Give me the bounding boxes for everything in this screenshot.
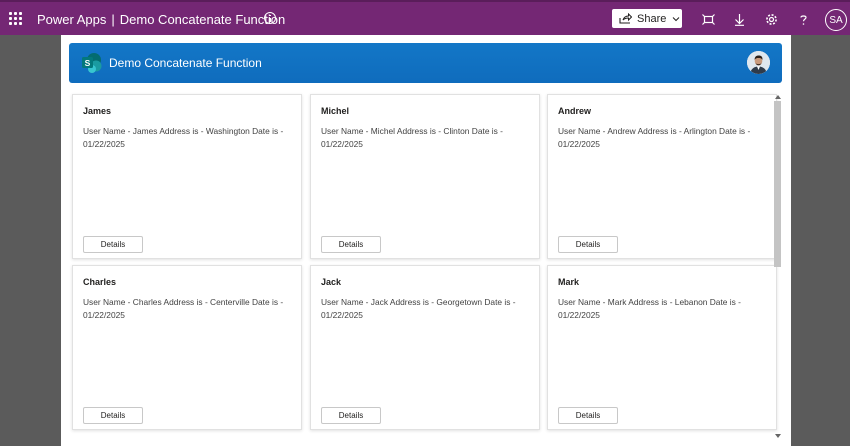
app-header: S Demo Concatenate Function — [69, 43, 782, 83]
gallery-card[interactable]: Andrew User Name - Andrew Address is - A… — [547, 94, 777, 259]
scroll-thumb[interactable] — [774, 101, 781, 267]
app-name: Power Apps — [37, 12, 107, 27]
app-header-title: Demo Concatenate Function — [109, 56, 262, 70]
download-icon[interactable] — [733, 13, 746, 26]
app-launcher-icon[interactable] — [9, 12, 22, 25]
scroll-down-arrow-icon[interactable] — [775, 434, 781, 438]
sharepoint-logo-icon: S — [82, 53, 102, 73]
card-description: User Name - Mark Address is - Lebanon Da… — [558, 297, 741, 320]
logo-letter: S — [85, 58, 91, 68]
card-title: Andrew — [558, 106, 592, 116]
gallery-card[interactable]: Charles User Name - Charles Address is -… — [72, 265, 302, 430]
card-title: Jack — [321, 277, 342, 287]
card-description: User Name - Jack Address is - Georgetown… — [321, 297, 516, 320]
user-photo-icon — [747, 51, 770, 74]
user-photo[interactable] — [747, 51, 770, 74]
gallery-card[interactable]: Jack User Name - Jack Address is - Georg… — [310, 265, 540, 430]
card-description: User Name - Andrew Address is - Arlingto… — [558, 126, 751, 149]
settings-icon[interactable] — [765, 13, 778, 26]
gallery-scrollbar[interactable] — [774, 94, 782, 438]
share-label: Share — [637, 12, 667, 25]
details-button[interactable]: Details — [321, 407, 381, 424]
title-separator: | — [111, 12, 115, 27]
card-title: Charles — [83, 277, 117, 287]
details-button[interactable]: Details — [83, 407, 143, 424]
user-avatar[interactable]: SA — [825, 9, 847, 31]
details-button[interactable]: Details — [83, 236, 143, 253]
gallery-card[interactable]: Mark User Name - Mark Address is - Leban… — [547, 265, 777, 430]
card-description: User Name - James Address is - Washingto… — [83, 126, 284, 149]
chevron-down-icon — [673, 16, 680, 21]
card-description: User Name - Michel Address is - Clinton … — [321, 126, 503, 149]
details-button[interactable]: Details — [321, 236, 381, 253]
fit-to-screen-icon[interactable] — [702, 13, 715, 26]
card-title: Mark — [558, 277, 580, 287]
user-gallery: James User Name - James Address is - Was… — [72, 94, 777, 434]
gallery-card[interactable]: James User Name - James Address is - Was… — [72, 94, 302, 259]
share-button[interactable]: Share — [612, 9, 682, 28]
details-button[interactable]: Details — [558, 407, 618, 424]
help-icon[interactable] — [797, 13, 810, 26]
info-icon[interactable] — [264, 12, 276, 24]
app-brand: Power Apps | Demo Concatenate Function — [37, 12, 285, 27]
app-canvas: S Demo Concatenate Function James User N… — [61, 35, 791, 446]
document-title: Demo Concatenate Function — [119, 12, 286, 27]
details-button[interactable]: Details — [558, 236, 618, 253]
share-icon — [619, 13, 632, 24]
card-title: James — [83, 106, 112, 116]
card-title: Michel — [321, 106, 350, 116]
card-description: User Name - Charles Address is - Centerv… — [83, 297, 284, 320]
gallery-card[interactable]: Michel User Name - Michel Address is - C… — [310, 94, 540, 259]
scroll-up-arrow-icon[interactable] — [775, 95, 781, 99]
top-bar: Power Apps | Demo Concatenate Function Sha… — [0, 0, 850, 35]
